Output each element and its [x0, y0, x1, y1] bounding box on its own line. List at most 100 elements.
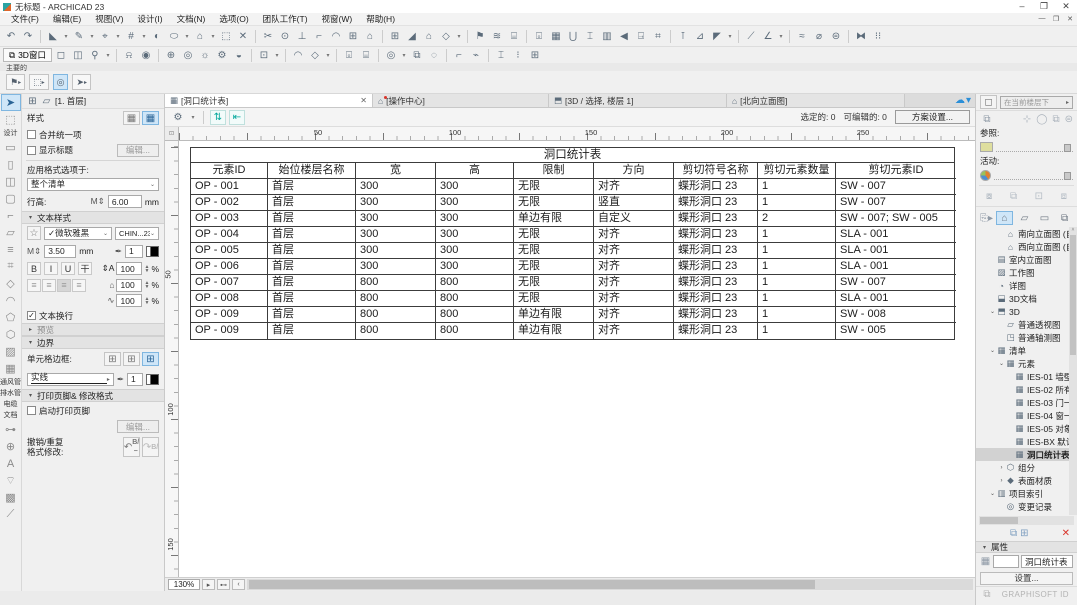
table-cell[interactable]: 1 — [758, 291, 836, 307]
navigator-settings-button[interactable]: 设置... — [980, 572, 1073, 585]
strikethrough-button[interactable]: 干 — [78, 262, 92, 275]
table-cell[interactable]: 首层 — [268, 179, 356, 195]
table-cell[interactable]: 1 — [758, 243, 836, 259]
bold-button[interactable]: B — [27, 262, 41, 275]
tree-item-8[interactable]: ◳普通轴测图 — [976, 331, 1077, 344]
ruler-corner[interactable]: ⊡ — [165, 127, 179, 141]
spacing-factor-input[interactable]: 100 — [116, 294, 142, 307]
level-dimension-tool[interactable]: ⊕ — [1, 438, 21, 455]
3d-window-button[interactable]: ⧉ 3D窗口 — [3, 48, 52, 62]
property-name-field[interactable]: 洞口统计表 — [1025, 556, 1068, 568]
align-left-icon[interactable]: ≡ — [27, 279, 41, 292]
apply-format-select[interactable]: 整个清单⌄ — [27, 178, 159, 191]
toolbar-icon[interactable]: ⊜ — [828, 29, 844, 44]
menu-item-2[interactable]: 视图(V) — [88, 13, 130, 25]
select-arrow-tool[interactable]: ➤ — [1, 94, 21, 111]
dropdown-arrow-icon[interactable]: ▾ — [324, 48, 332, 63]
table-cell[interactable]: 对齐 — [594, 275, 674, 291]
table-cell[interactable]: 800 — [436, 323, 514, 339]
table-cell[interactable]: SW - 007 — [836, 179, 956, 195]
toolbar-icon[interactable]: ⌶ — [582, 29, 598, 44]
border-none-icon[interactable]: ⊞ — [104, 352, 121, 366]
column-header[interactable]: 限制 — [514, 163, 594, 179]
toolbar-icon[interactable]: ⌶ — [493, 48, 509, 63]
table-cell[interactable]: 对齐 — [594, 243, 674, 259]
toolbar-icon[interactable]: ⚙ — [214, 48, 230, 63]
table-cell[interactable]: 300 — [436, 179, 514, 195]
railing-tool[interactable]: ⌗ — [1, 258, 21, 275]
table-cell[interactable]: 竖直 — [594, 195, 674, 211]
schedule-table-title[interactable]: 洞口统计表 — [191, 148, 954, 163]
graphisoft-window-icon[interactable]: ⧉ — [980, 589, 994, 600]
table-cell[interactable]: 对齐 — [594, 307, 674, 323]
magic-wand-icon[interactable]: ⧉ — [1010, 191, 1017, 202]
width-factor-input[interactable]: 100 — [116, 279, 142, 292]
headline-edit-button[interactable]: 编辑... — [117, 144, 159, 157]
underline-button[interactable]: U — [61, 262, 75, 275]
tree-item-3[interactable]: ▨工作图 — [976, 266, 1077, 279]
toolbar-icon[interactable]: ⊞ — [345, 29, 361, 44]
tree-item-19[interactable]: ›◆表面材质 — [976, 474, 1077, 487]
stair-tool[interactable]: ≡ — [1, 241, 21, 258]
table-cell[interactable]: 300 — [356, 259, 436, 275]
table-cell[interactable]: SW - 007 — [836, 275, 956, 291]
table-cell[interactable]: 300 — [436, 195, 514, 211]
tree-expand-icon[interactable]: ⌄ — [989, 490, 996, 497]
toolbar-icon[interactable]: ≈ — [794, 29, 810, 44]
doc-restore-icon[interactable]: ❐ — [1049, 15, 1063, 23]
table-cell[interactable]: 蝶形洞口 23 — [674, 291, 758, 307]
merge-uniform-checkbox[interactable] — [27, 130, 36, 139]
table-cell[interactable]: OP - 002 — [191, 195, 268, 211]
style-grid-icon[interactable]: ▦ — [142, 111, 159, 125]
tree-item-13[interactable]: ▦IES-03 门一览表 — [976, 396, 1077, 409]
toolbar-icon[interactable]: ⊕ — [163, 48, 179, 63]
toolbar-icon[interactable]: ⬚ — [218, 29, 234, 44]
tab-close-icon[interactable]: ✕ — [352, 96, 367, 105]
toolbar-icon[interactable]: ⌂ — [362, 29, 378, 44]
menu-item-7[interactable]: 视窗(W) — [315, 13, 360, 25]
table-cell[interactable]: 对齐 — [594, 323, 674, 339]
tree-item-14[interactable]: ▦IES-04 窗一览表 — [976, 409, 1077, 422]
tree-item-0[interactable]: ⌂南向立面图 (自动重... — [976, 227, 1077, 240]
move-reference-icon[interactable]: ⊹ — [1023, 114, 1031, 125]
project-map-tab[interactable]: ⌂ — [996, 211, 1013, 225]
border-outline-icon[interactable]: ⊞ — [123, 352, 140, 366]
table-cell[interactable]: OP - 009 — [191, 323, 268, 339]
suspend-groups-icon[interactable]: ⧇ — [986, 191, 992, 202]
toolbar-icon[interactable]: ⊙ — [277, 29, 293, 44]
column-header[interactable]: 方向 — [594, 163, 674, 179]
dropdown-arrow-icon[interactable]: ▾ — [455, 29, 463, 44]
reference-opacity-slider[interactable] — [996, 142, 1073, 152]
tab-2[interactable]: ⬒[3D / 选择, 楼层 1] — [549, 94, 727, 107]
table-cell[interactable]: 800 — [436, 275, 514, 291]
toolbar-icon[interactable]: ⟋ — [743, 29, 759, 44]
toolbar-icon[interactable]: ◉ — [138, 48, 154, 63]
rotate-reference-icon[interactable]: ◯ — [1036, 114, 1047, 125]
trace-reference-select[interactable]: 在当前楼层下▸ — [1000, 96, 1073, 109]
table-cell[interactable]: 1 — [758, 227, 836, 243]
dropdown-arrow-icon[interactable]: ▾ — [273, 48, 281, 63]
show-headline-checkbox[interactable] — [27, 146, 36, 155]
preview-section[interactable]: ▸预览 — [22, 323, 164, 336]
table-cell[interactable]: 无限 — [514, 243, 594, 259]
reference-settings-icon[interactable]: ⊜ — [1065, 114, 1073, 125]
teamwork-cloud-icon[interactable]: ☁▾ — [955, 94, 975, 107]
toolbar-icon[interactable]: ◠ — [290, 48, 306, 63]
horizontal-scrollbar[interactable] — [247, 579, 973, 590]
table-cell[interactable]: 蝶形洞口 23 — [674, 179, 758, 195]
mesh-tool[interactable]: ▦ — [1, 360, 21, 377]
dropdown-arrow-icon[interactable]: ▾ — [140, 29, 148, 44]
scroll-left-icon[interactable]: ‹ — [232, 579, 245, 590]
tree-scrollbar[interactable]: ˄ — [1069, 227, 1077, 515]
toolbar-icon[interactable]: ⊥ — [294, 29, 310, 44]
table-cell[interactable]: 1 — [758, 195, 836, 211]
table-cell[interactable]: 首层 — [268, 259, 356, 275]
table-cell[interactable]: 对齐 — [594, 259, 674, 275]
column-header[interactable]: 剪切元素数量 — [758, 163, 836, 179]
slab-tool[interactable]: ▱ — [1, 224, 21, 241]
table-cell[interactable]: 自定义 — [594, 211, 674, 227]
toolbar-icon[interactable]: ⁝ — [510, 48, 526, 63]
font-size-input[interactable]: 3.50 — [44, 245, 76, 258]
border-color-swatch[interactable] — [146, 374, 159, 385]
undo-format-icon[interactable]: ↶B/− — [123, 437, 140, 457]
